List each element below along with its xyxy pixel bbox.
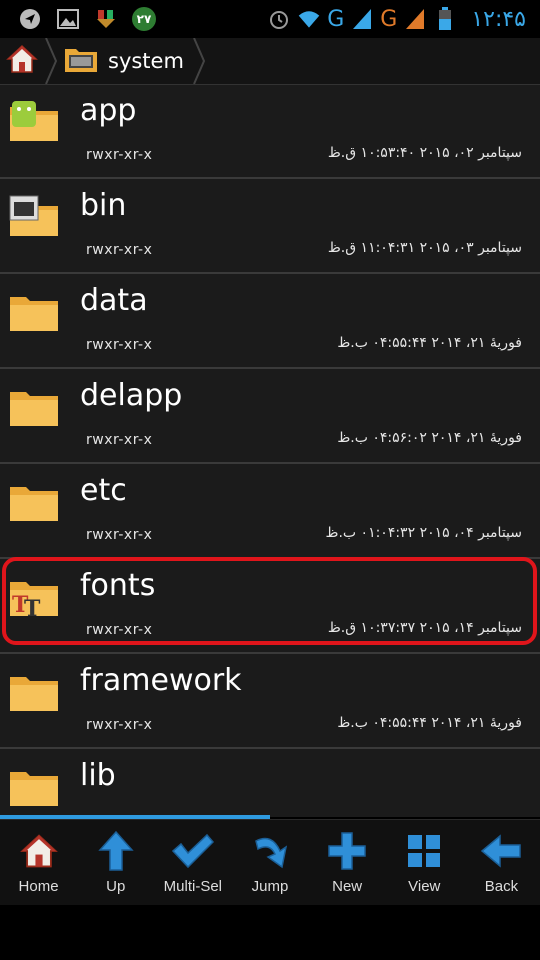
status-bar: ۲۷ G G ۱۲:۴۵ — [0, 0, 540, 38]
plus-icon — [325, 830, 369, 872]
network-type-2: G — [380, 6, 398, 32]
folder-icon — [8, 289, 60, 333]
file-name: fonts — [80, 568, 156, 603]
grid-view-icon — [402, 830, 446, 872]
file-permissions: rwxr-xr-x — [86, 147, 153, 163]
file-name: bin — [80, 188, 127, 223]
list-item[interactable]: framework rwxr-xr-x فوریهٔ ۲۱، ۲۰۱۴ ۰۴:۵… — [0, 655, 540, 749]
folder-icon — [8, 479, 60, 523]
file-date: فوریهٔ ۲۱، ۲۰۱۴ ۰۴:۵۶:۰۲ ب.ظ — [337, 430, 522, 446]
list-item[interactable]: data rwxr-xr-x فوریهٔ ۲۱، ۲۰۱۴ ۰۴:۵۵:۴۴ … — [0, 275, 540, 369]
file-name: delapp — [80, 378, 183, 413]
system-nav-area — [0, 905, 540, 960]
file-permissions: rwxr-xr-x — [86, 337, 153, 353]
file-permissions: rwxr-xr-x — [86, 527, 153, 543]
checkmark-icon — [171, 830, 215, 872]
file-name: data — [80, 283, 148, 318]
up-label: Up — [106, 878, 126, 895]
breadcrumb-item-system[interactable]: system — [58, 45, 184, 77]
new-label: New — [332, 878, 363, 895]
fonts-folder-icon: TT — [8, 574, 60, 622]
breadcrumb-separator — [192, 37, 206, 85]
folder-icon — [8, 384, 60, 428]
android-folder-icon — [8, 99, 60, 143]
notification-badge: ۲۷ — [132, 7, 156, 31]
list-item-selected[interactable]: TT fonts rwxr-xr-x سپتامبر ۱۴، ۲۰۱۵ ۱۰:۳… — [0, 560, 540, 654]
breadcrumb-label: system — [108, 49, 184, 73]
back-label: Back — [484, 878, 519, 895]
home-label: Home — [18, 878, 59, 895]
signal-icon — [350, 7, 374, 31]
breadcrumb-separator — [44, 37, 58, 85]
svg-text:T: T — [24, 596, 41, 618]
file-date: سپتامبر ۰۴، ۲۰۱۵ ۰۱:۰۴:۳۲ ب.ظ — [325, 525, 522, 541]
file-name: framework — [80, 663, 242, 698]
new-button[interactable]: New — [311, 820, 383, 895]
jump-button[interactable]: Jump — [234, 820, 306, 895]
download-icon — [94, 7, 118, 31]
battery-icon — [433, 7, 457, 31]
jump-label: Jump — [251, 878, 289, 895]
view-label: View — [408, 878, 441, 895]
view-button[interactable]: View — [388, 820, 460, 895]
system-folder-icon — [64, 45, 98, 77]
file-date: سپتامبر ۰۲، ۲۰۱۵ ۱۰:۵۳:۴۰ ق.ظ — [327, 145, 522, 161]
file-date: سپتامبر ۱۴، ۲۰۱۵ ۱۰:۳۷:۳۷ ق.ظ — [327, 620, 522, 636]
up-button[interactable]: Up — [80, 820, 152, 895]
arrow-up-icon — [94, 830, 138, 872]
alarm-icon — [267, 7, 291, 31]
list-item[interactable]: bin rwxr-xr-x سپتامبر ۰۳، ۲۰۱۵ ۱۱:۰۴:۳۱ … — [0, 180, 540, 274]
folder-icon — [8, 669, 60, 713]
list-item[interactable]: etc rwxr-xr-x سپتامبر ۰۴، ۲۰۱۵ ۰۱:۰۴:۳۲ … — [0, 465, 540, 559]
breadcrumb-home[interactable] — [0, 38, 44, 84]
file-permissions: rwxr-xr-x — [86, 242, 153, 258]
terminal-folder-icon — [8, 194, 60, 238]
jump-arrow-icon — [248, 830, 292, 872]
clock: ۱۲:۴۵ — [471, 6, 526, 32]
multi-select-button[interactable]: Multi-Sel — [157, 820, 229, 895]
file-list[interactable]: app rwxr-xr-x سپتامبر ۰۲، ۲۰۱۵ ۱۰:۵۳:۴۰ … — [0, 85, 540, 817]
file-name: lib — [80, 758, 116, 793]
signal-icon-2 — [403, 7, 427, 31]
network-type-1: G — [327, 6, 345, 32]
breadcrumb: system — [0, 37, 540, 85]
wifi-icon — [297, 7, 321, 31]
file-name: etc — [80, 473, 127, 508]
file-permissions: rwxr-xr-x — [86, 432, 153, 448]
multi-select-label: Multi-Sel — [163, 878, 223, 895]
file-permissions: rwxr-xr-x — [86, 622, 153, 638]
list-item[interactable]: delapp rwxr-xr-x فوریهٔ ۲۱، ۲۰۱۴ ۰۴:۵۶:۰… — [0, 370, 540, 464]
send-icon — [18, 7, 42, 31]
home-icon — [6, 43, 38, 79]
list-item[interactable]: lib — [0, 750, 540, 817]
home-button[interactable]: Home — [3, 820, 75, 895]
bottom-toolbar: Home Up Multi-Sel Jump New View Back — [0, 819, 540, 906]
file-date: فوریهٔ ۲۱، ۲۰۱۴ ۰۴:۵۵:۴۴ ب.ظ — [337, 715, 522, 731]
image-icon — [56, 7, 80, 31]
file-date: سپتامبر ۰۳، ۲۰۱۵ ۱۱:۰۴:۳۱ ق.ظ — [327, 240, 522, 256]
home-icon — [17, 830, 61, 872]
list-item[interactable]: app rwxr-xr-x سپتامبر ۰۲، ۲۰۱۵ ۱۰:۵۳:۴۰ … — [0, 85, 540, 179]
file-name: app — [80, 93, 137, 128]
file-permissions: rwxr-xr-x — [86, 717, 153, 733]
file-date: فوریهٔ ۲۱، ۲۰۱۴ ۰۴:۵۵:۴۴ ب.ظ — [337, 335, 522, 351]
arrow-left-icon — [479, 830, 523, 872]
folder-icon — [8, 764, 60, 808]
back-button[interactable]: Back — [465, 820, 537, 895]
